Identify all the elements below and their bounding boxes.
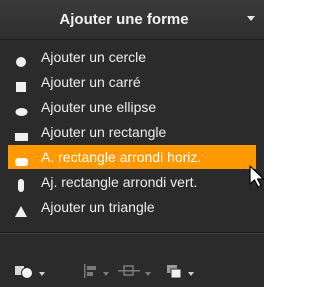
menu-item-add-rectangle[interactable]: Ajouter un rectangle <box>0 120 264 144</box>
panel-title: Ajouter une forme <box>59 11 189 28</box>
triangle-icon <box>15 201 29 217</box>
menu-item-add-square[interactable]: Ajouter un carré <box>0 70 264 94</box>
menu-item-label: Ajouter un carré <box>41 74 141 90</box>
ellipse-icon <box>15 101 29 116</box>
rounded-rect-vertical-icon <box>15 176 29 192</box>
shape-menu: Ajouter un cercle Ajouter un carré Ajout… <box>0 45 264 220</box>
menu-item-label: Aj. rectangle arrondi vert. <box>41 174 198 190</box>
menu-item-label: Ajouter un cercle <box>41 49 147 65</box>
menu-item-add-rounded-rect-vertical[interactable]: Aj. rectangle arrondi vert. <box>0 170 264 194</box>
align-tool-button[interactable] <box>82 262 112 280</box>
bottom-toolbar <box>0 234 264 287</box>
shapes-tool-button[interactable] <box>14 262 48 280</box>
arrange-icon <box>167 265 194 279</box>
rectangle-icon <box>15 126 29 141</box>
menu-item-label: Ajouter une ellipse <box>41 99 157 115</box>
distribute-tool-button[interactable] <box>117 262 155 280</box>
align-icon <box>84 264 109 278</box>
circle-icon <box>15 51 29 67</box>
rounded-rect-horizontal-icon <box>15 151 29 166</box>
shapes-icon <box>15 266 45 279</box>
panel-header[interactable]: Ajouter une forme <box>0 0 264 40</box>
triangle-down-icon[interactable] <box>247 16 255 21</box>
menu-item-add-ellipse[interactable]: Ajouter une ellipse <box>0 95 264 119</box>
menu-item-label: A. rectangle arrondi horiz. <box>41 149 202 165</box>
square-icon <box>15 76 29 92</box>
distribute-icon <box>118 265 151 276</box>
menu-item-label: Ajouter un triangle <box>41 199 155 215</box>
menu-item-add-circle[interactable]: Ajouter un cercle <box>0 45 264 69</box>
menu-item-add-triangle[interactable]: Ajouter un triangle <box>0 195 264 219</box>
add-shape-panel: Ajouter une forme Ajouter un cercle Ajou… <box>0 0 264 287</box>
mouse-pointer-icon <box>249 165 265 188</box>
menu-item-add-rounded-rect-horizontal[interactable]: A. rectangle arrondi horiz. <box>8 145 256 169</box>
menu-item-label: Ajouter un rectangle <box>41 124 167 140</box>
arrange-tool-button[interactable] <box>166 262 200 280</box>
